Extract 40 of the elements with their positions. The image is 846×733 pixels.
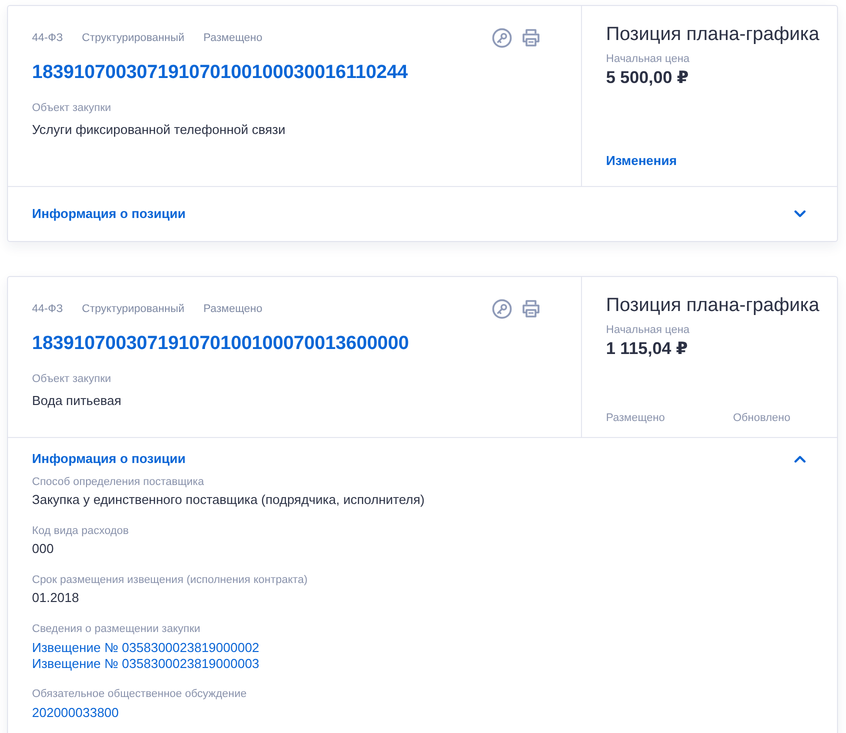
field-label: Код вида расходов (32, 524, 129, 538)
field-label: Срок размещения извещения (исполнения контракта) (32, 573, 308, 587)
field-label: Начальная цена (606, 323, 690, 337)
field-label: Обязательное общественное обсуждение (32, 687, 247, 701)
tag-label: Структурированный (82, 302, 184, 316)
field-value: 01.2018 (32, 589, 79, 607)
document-link[interactable]: Извещение № 0358300023819000002 (32, 640, 260, 656)
field-value: Вода питьевая (32, 392, 122, 410)
section-title: Позиция плана-графика (606, 294, 820, 318)
printer-icon[interactable] (521, 28, 541, 48)
tag-label: Структурированный (82, 31, 184, 45)
section-title: Позиция плана-графика (606, 23, 820, 47)
document-link[interactable]: Извещение № 0358300023819000003 (32, 656, 260, 672)
tag-label: Размещено (203, 302, 262, 316)
key-icon[interactable] (492, 28, 512, 48)
chevron-up-icon[interactable] (794, 455, 806, 463)
document-link[interactable]: 202000033800 (32, 705, 119, 721)
key-icon[interactable] (492, 299, 512, 319)
field-label: Сведения о размещении закупки (32, 622, 200, 636)
registry-number-link[interactable]: 183910700307191070100100030016110244 (32, 61, 408, 85)
field-label: Объект закупки (32, 101, 112, 115)
price-value: 1 115,04 ₽ (606, 338, 688, 360)
printer-icon[interactable] (521, 299, 541, 319)
field-label: Начальная цена (606, 52, 690, 66)
section-toggle-link[interactable]: Информация о позиции (32, 205, 186, 223)
field-value: 000 (32, 540, 54, 558)
status-label: Обновлено (732, 411, 790, 425)
registry-number-link[interactable]: 183910700307191070100100070013600000 (32, 332, 409, 356)
section-toggle-link[interactable]: Информация о позиции (32, 450, 186, 468)
chevron-down-icon[interactable] (794, 210, 806, 218)
tag-label: 44-ФЗ (32, 302, 63, 316)
status-label: Размещено (606, 411, 665, 425)
field-value: Услуги фиксированной телефонной связи (32, 121, 286, 139)
field-value: Закупка у единственного поставщика (подрядчика, исполнителя) (32, 491, 425, 509)
field-label: Объект закупки (32, 372, 112, 386)
tag-label: 44-ФЗ (32, 31, 63, 45)
price-value: 5 500,00 ₽ (606, 67, 689, 89)
changes-link[interactable]: Изменения (606, 152, 677, 170)
tag-label: Размещено (203, 31, 262, 45)
field-label: Способ определения поставщика (32, 475, 204, 489)
